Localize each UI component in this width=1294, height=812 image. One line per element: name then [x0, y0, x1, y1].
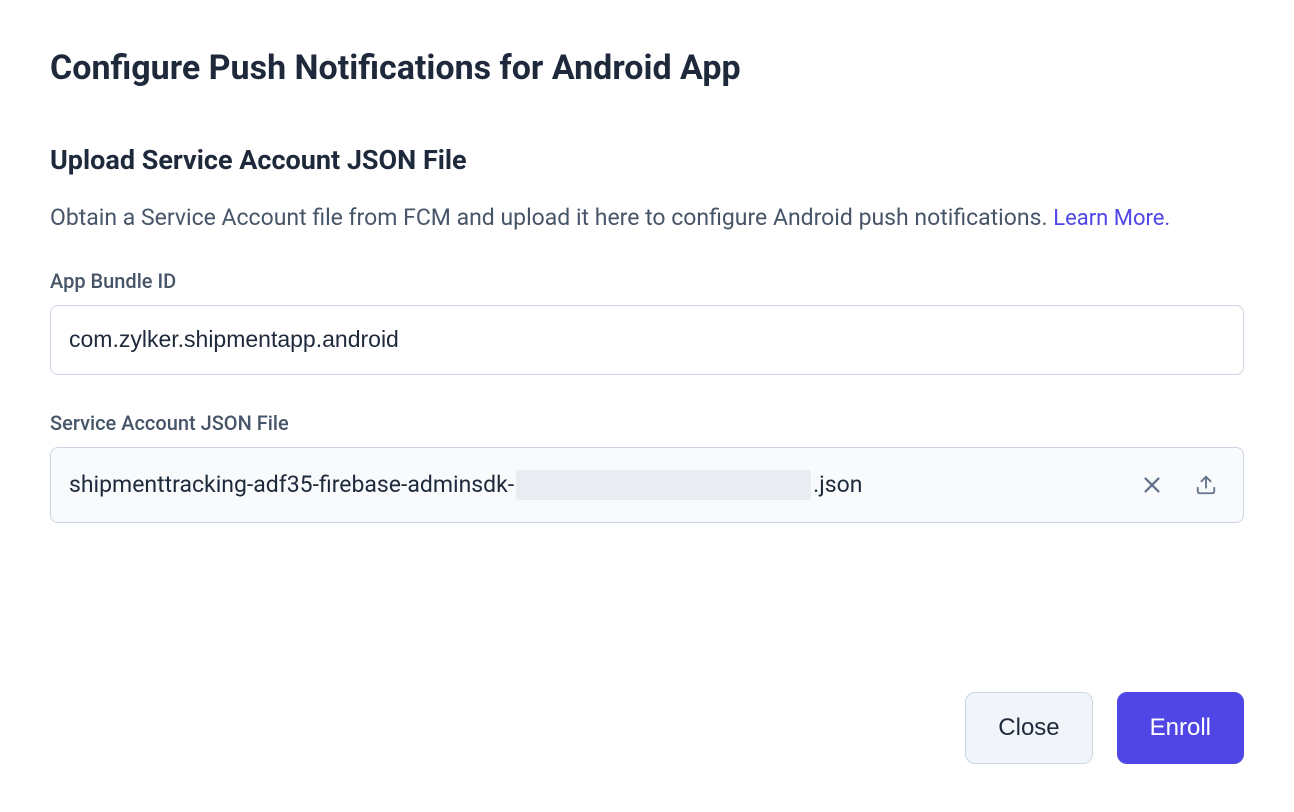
section-title: Upload Service Account JSON File	[50, 144, 1244, 176]
field-bundle-id: App Bundle ID	[50, 269, 1244, 375]
field-json-file: Service Account JSON File shipmenttracki…	[50, 411, 1244, 523]
upload-icon	[1195, 474, 1217, 496]
close-button[interactable]: Close	[965, 692, 1092, 764]
clear-file-button[interactable]	[1133, 466, 1171, 504]
json-file-name: shipmenttracking-adf35-firebase-adminsdk…	[69, 470, 1117, 500]
section-description: Obtain a Service Account file from FCM a…	[50, 200, 1244, 237]
upload-file-button[interactable]	[1187, 466, 1225, 504]
close-icon	[1141, 474, 1163, 496]
dialog-actions: Close Enroll	[965, 692, 1244, 764]
learn-more-link[interactable]: Learn More.	[1053, 206, 1170, 231]
bundle-id-label: App Bundle ID	[50, 269, 1244, 293]
filename-prefix: shipmenttracking-adf35-firebase-adminsdk…	[69, 471, 514, 498]
filename-redacted	[516, 470, 811, 500]
bundle-id-input[interactable]	[50, 305, 1244, 375]
enroll-button[interactable]: Enroll	[1117, 692, 1244, 764]
json-file-label: Service Account JSON File	[50, 411, 1244, 435]
section-description-text: Obtain a Service Account file from FCM a…	[50, 204, 1053, 231]
filename-suffix: .json	[813, 471, 862, 498]
modal-title: Configure Push Notifications for Android…	[50, 48, 1244, 88]
json-file-input-wrapper: shipmenttracking-adf35-firebase-adminsdk…	[50, 447, 1244, 523]
